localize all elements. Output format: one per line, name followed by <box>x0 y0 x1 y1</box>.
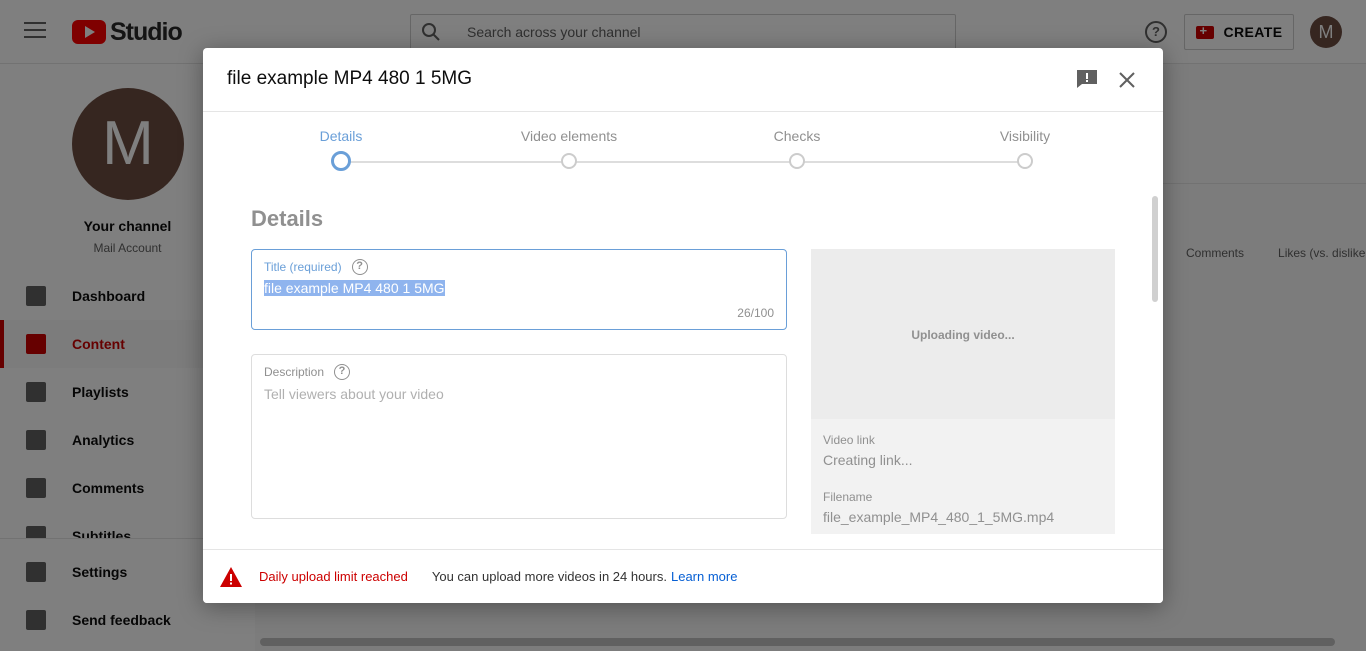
send-feedback-icon[interactable] <box>1076 69 1098 89</box>
video-preview-panel: Uploading video... Video link Creating l… <box>811 249 1115 534</box>
step-details[interactable]: Details <box>261 112 421 171</box>
upload-limit-warning: Daily upload limit reached <box>259 569 408 584</box>
step-dot <box>561 153 577 169</box>
help-icon[interactable]: ? <box>351 259 368 275</box>
learn-more-link[interactable]: Learn more <box>671 569 737 584</box>
title-input[interactable]: file example MP4 480 1 5MG <box>264 280 445 296</box>
step-dot <box>1017 153 1033 169</box>
step-video-elements[interactable]: Video elements <box>489 112 649 169</box>
step-label: Visibility <box>999 128 1051 144</box>
close-icon[interactable] <box>1116 69 1138 91</box>
warning-icon <box>219 566 243 588</box>
description-field[interactable]: Description ? Tell viewers about your vi… <box>251 354 787 519</box>
video-link-value: Creating link... <box>823 452 913 468</box>
filename-label: Filename <box>823 490 873 504</box>
video-link-label: Video link <box>823 433 875 447</box>
dialog-title: file example MP4 480 1 5MG <box>227 68 473 89</box>
step-label: Video elements <box>520 128 618 144</box>
section-title: Details <box>251 206 324 231</box>
step-label: Details <box>319 128 363 144</box>
dialog-footer: Daily upload limit reached You can uploa… <box>203 549 1163 603</box>
description-field-label: Description <box>264 365 325 379</box>
filename-value: file_example_MP4_480_1_5MG.mp4 <box>823 509 1055 525</box>
description-field-label-row: Description ? <box>264 364 351 380</box>
description-placeholder: Tell viewers about your video <box>264 386 444 402</box>
title-field[interactable]: Title (required) ? file example MP4 480 … <box>251 249 787 330</box>
step-checks[interactable]: Checks <box>717 112 877 169</box>
dialog-header: file example MP4 480 1 5MG <box>203 48 1163 112</box>
upload-status: Uploading video... <box>911 328 1015 342</box>
title-field-label-row: Title (required) ? <box>264 259 368 275</box>
step-dot <box>331 151 351 171</box>
help-icon[interactable]: ? <box>334 364 351 380</box>
upload-limit-message: You can upload more videos in 24 hours. <box>431 569 667 584</box>
upload-stepper: Details Video elements Checks Visibility <box>203 112 1163 172</box>
title-field-label: Title (required) <box>264 260 342 274</box>
title-input-value: file example MP4 480 1 5MG <box>264 280 445 296</box>
step-dot <box>789 153 805 169</box>
dialog-scrollbar[interactable] <box>1152 196 1158 302</box>
stepper-line <box>341 161 1025 163</box>
upload-details-dialog: file example MP4 480 1 5MG Details Video… <box>203 48 1163 603</box>
step-label: Checks <box>773 128 821 144</box>
step-visibility[interactable]: Visibility <box>945 112 1105 169</box>
character-counter: 26/100 <box>737 306 774 320</box>
